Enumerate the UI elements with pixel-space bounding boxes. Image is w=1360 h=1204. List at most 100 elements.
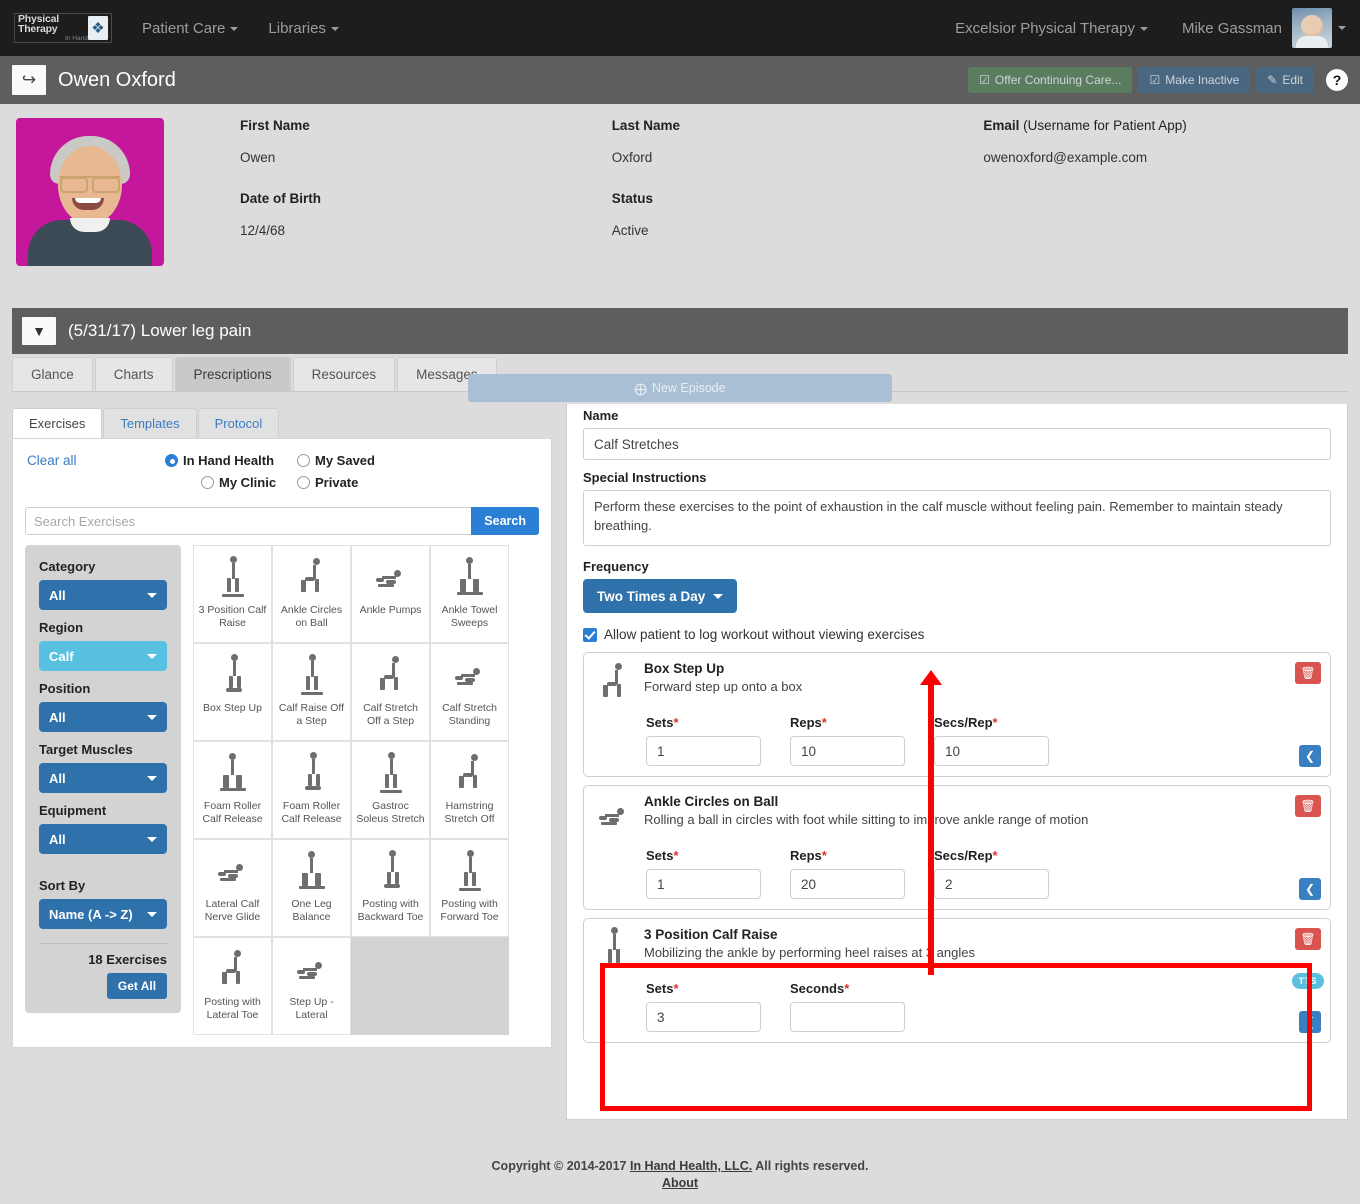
exercise-thumbnail-label: Gastroc Soleus Stretch [356,800,425,826]
first-name-value: Owen [240,150,276,165]
help-icon[interactable]: ? [1326,69,1348,91]
exercise-thumbnail[interactable]: Posting with Lateral Toe [193,937,272,1035]
field-group: Reps* [790,715,934,766]
exercise-thumbnail[interactable]: Calf Stretch Off a Step [351,643,430,741]
exercise-thumbnail[interactable]: Posting with Backward Toe [351,839,430,937]
radio-my-clinic[interactable]: My Clinic [201,475,297,490]
tab-templates[interactable]: Templates [103,408,197,438]
exercise-thumbnail[interactable]: Lateral Calf Nerve Glide [193,839,272,937]
tab-resources[interactable]: Resources [292,357,396,391]
exercise-thumbnail[interactable]: Step Up - Lateral [272,937,351,1035]
filter-target-muscles-select[interactable]: All [39,763,167,793]
offer-continuing-care-button[interactable]: ☑ Offer Continuing Care... [968,67,1133,93]
exercise-thumbnail[interactable]: Ankle Circles on Ball [272,545,351,643]
exercise-figure-icon [295,752,329,796]
trash-icon[interactable]: 🗑 [1295,795,1321,817]
exercise-figure-icon [216,850,250,894]
exercise-thumbnail[interactable]: One Leg Balance [272,839,351,937]
first-name-label: First Name [240,118,310,133]
search-button[interactable]: Search [471,507,539,535]
offer-continuing-care-label: Offer Continuing Care... [994,73,1122,87]
tab-charts[interactable]: Charts [94,357,173,391]
chevron-left-icon[interactable]: ❮ [1299,878,1321,900]
nav-item-patient-care[interactable]: Patient Care [142,20,239,37]
filter-category-select[interactable]: All [39,580,167,610]
back-arrow-icon[interactable]: ↪ [12,65,46,95]
status-value: Active [611,223,649,238]
exercise-thumbnail[interactable]: Calf Raise Off a Step [272,643,351,741]
field-input[interactable] [790,1002,905,1032]
clear-all-link[interactable]: Clear all [25,453,165,468]
prescription-name-input[interactable] [583,428,1331,460]
radio-private[interactable]: Private [297,475,358,490]
tts-badge[interactable]: TTS [1291,972,1324,989]
field-input[interactable] [646,736,761,766]
radio-in-hand-health[interactable]: In Hand Health [165,453,297,468]
field-input[interactable] [934,736,1049,766]
field-group: Sets* [646,981,790,1032]
user-menu[interactable]: Mike Gassman [1182,8,1346,48]
field-input[interactable] [934,869,1049,899]
trash-icon[interactable]: 🗑 [1295,662,1321,684]
prescribed-exercise-card: Box Step Up Forward step up onto a box Set… [583,652,1331,777]
trash-icon[interactable]: 🗑 [1295,928,1321,950]
exercise-thumbnail[interactable]: Foam Roller Calf Release [272,741,351,839]
app-logo[interactable]: Physical Therapy In Hand ❖ [14,13,112,43]
field-input[interactable] [790,736,905,766]
copyright-suffix: All rights reserved. [752,1159,869,1173]
edit-button[interactable]: ✎ Edit [1256,67,1314,93]
chevron-left-icon[interactable]: ❮ [1299,745,1321,767]
special-instructions-textarea[interactable] [583,490,1331,546]
exercise-thumbnail[interactable]: Ankle Towel Sweeps [430,545,509,643]
radio-my-saved-label: My Saved [315,453,375,468]
allow-log-checkbox-row[interactable]: Allow patient to log workout without vie… [583,627,1331,642]
filter-position-select[interactable]: All [39,702,167,732]
search-input[interactable] [25,507,472,535]
field-group: Reps* [790,848,934,899]
page-title: Owen Oxford [58,68,176,91]
radio-dot-icon [297,454,310,467]
chevron-down-icon [230,26,239,31]
nav-item-libraries[interactable]: Libraries [268,20,339,37]
exercise-thumbnail[interactable]: Ankle Pumps [351,545,430,643]
field-label-text: Sets [646,715,674,730]
filter-equipment-select[interactable]: All [39,824,167,854]
get-all-button[interactable]: Get All [107,973,167,999]
exercise-thumbnail[interactable]: 3 Position Calf Raise [193,545,272,643]
exercise-thumbnail[interactable]: Posting with Forward Toe [430,839,509,937]
clinic-selector[interactable]: Excelsior Physical Therapy [955,20,1148,37]
prescribed-exercise-fields: Sets*Seconds* [646,981,1320,1032]
exercise-thumbnail[interactable]: Calf Stretch Standing [430,643,509,741]
chevron-left-icon[interactable]: ❮ [1299,1011,1321,1033]
exercise-figure-icon [374,850,408,894]
field-input[interactable] [646,1002,761,1032]
tab-exercises[interactable]: Exercises [12,408,103,438]
email-label-hint: (Username for Patient App) [1019,118,1187,133]
tab-glance[interactable]: Glance [12,357,93,391]
allow-log-checkbox[interactable] [583,627,597,642]
field-input[interactable] [790,869,905,899]
tab-prescriptions[interactable]: Prescriptions [174,357,291,391]
frequency-select[interactable]: Two Times a Day [583,579,738,613]
sort-by-select[interactable]: Name (A -> Z) [39,899,167,929]
new-episode-button[interactable]: ⨁ New Episode [468,374,892,402]
exercise-thumbnail[interactable]: Foam Roller Calf Release [193,741,272,839]
exercise-thumbnail-grid: 3 Position Calf Raise Ankle Circles on Ba… [193,545,509,1035]
exercise-thumbnail[interactable]: Box Step Up [193,643,272,741]
about-link[interactable]: About [662,1176,698,1190]
exercise-thumbnail[interactable]: Hamstring Stretch Off [430,741,509,839]
field-input[interactable] [646,869,761,899]
filter-region-select[interactable]: Calf [39,641,167,671]
tab-protocol[interactable]: Protocol [197,408,280,438]
prescribed-exercise-title: 3 Position Calf Raise [644,927,778,942]
avatar [1292,8,1332,48]
chevron-down-icon[interactable]: ▼ [22,317,56,345]
exercise-thumbnail[interactable]: Gastroc Soleus Stretch [351,741,430,839]
company-link[interactable]: In Hand Health, LLC. [630,1159,752,1173]
prescribed-exercise-text: Ankle Circles on Ball Rolling a ball in c… [644,794,1088,838]
field-label: Secs/Rep* [934,848,1078,863]
logo-text: Physical Therapy In Hand [18,14,88,43]
make-inactive-button[interactable]: ☑ Make Inactive [1138,67,1251,93]
episode-title: (5/31/17) Lower leg pain [68,321,252,340]
radio-my-saved[interactable]: My Saved [297,453,429,468]
